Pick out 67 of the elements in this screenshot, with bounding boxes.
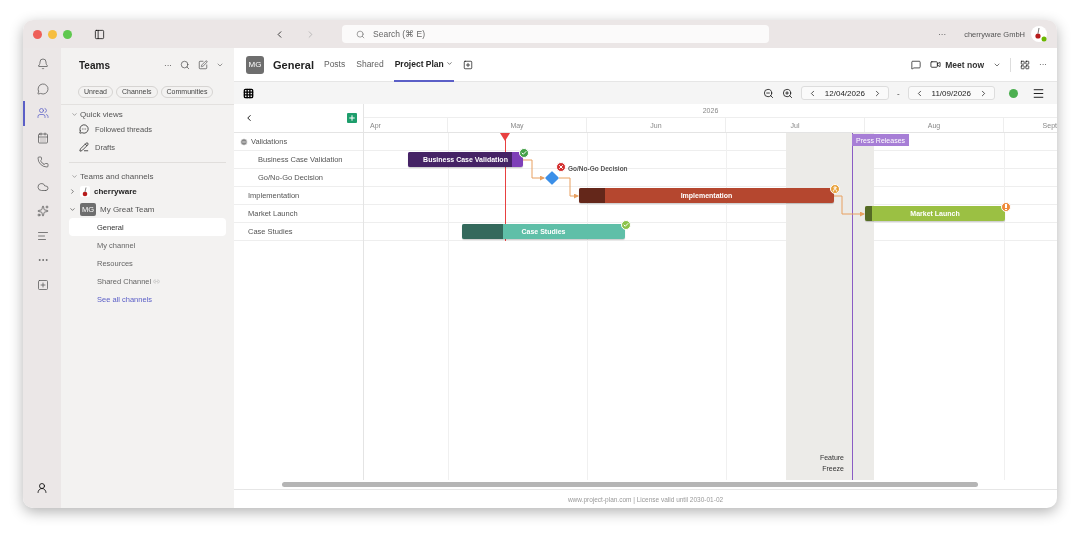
- search-icon: [356, 29, 366, 39]
- chat-icon[interactable]: [911, 59, 922, 70]
- list-icon: [37, 229, 49, 242]
- start-date-picker[interactable]: 12/04/2026: [800, 86, 889, 100]
- zoom-out-icon[interactable]: [762, 87, 774, 99]
- check-icon: [621, 220, 631, 230]
- video-icon[interactable]: [930, 59, 942, 70]
- more-button[interactable]: ···: [1039, 60, 1047, 69]
- person-icon: [830, 184, 840, 194]
- zoom-button[interactable]: [63, 29, 72, 39]
- search-icon[interactable]: [180, 60, 190, 70]
- compose-icon[interactable]: [198, 60, 208, 70]
- tab[interactable]: Posts: [322, 47, 347, 82]
- avatar-icon[interactable]: [1031, 26, 1047, 42]
- chevron-icon[interactable]: [69, 205, 76, 213]
- connector-arrow: [522, 159, 545, 181]
- more-button[interactable]: ···: [164, 60, 172, 70]
- sparkle-icon: [37, 205, 49, 218]
- warning-icon: [1001, 202, 1011, 212]
- chevron-icon[interactable]: [71, 172, 78, 180]
- connector-arrow: [833, 195, 865, 217]
- pencil-icon: [79, 142, 89, 152]
- today-marker: [500, 133, 510, 141]
- date-separator: -: [896, 88, 900, 98]
- close-button[interactable]: [33, 29, 42, 39]
- chat-icon: [37, 82, 49, 95]
- scrollbar-thumb[interactable]: [282, 482, 978, 487]
- connector-arrow: [558, 177, 579, 199]
- apps-icon[interactable]: [1020, 59, 1030, 70]
- add-task-button[interactable]: [347, 113, 357, 123]
- collapse-icon[interactable]: [244, 113, 254, 123]
- cloud-icon: [37, 180, 49, 193]
- end-date-picker[interactable]: 11/09/2026: [907, 86, 995, 100]
- collapse-group-icon[interactable]: [240, 137, 248, 146]
- calendar-icon: [37, 131, 49, 144]
- chevron-icon[interactable]: [69, 187, 76, 195]
- next-icon[interactable]: [979, 88, 988, 98]
- tab[interactable]: Shared: [355, 47, 385, 82]
- zoom-in-icon[interactable]: [781, 87, 793, 99]
- chevron-down-icon[interactable]: [445, 60, 453, 67]
- add-tab-icon[interactable]: [462, 59, 473, 70]
- search-field[interactable]: Search (⌘ E): [342, 25, 770, 43]
- person-settings-icon[interactable]: [36, 482, 48, 494]
- channel-title: General: [273, 58, 314, 71]
- team-name[interactable]: cherryware: [94, 186, 137, 196]
- team-avatar: MG: [246, 55, 264, 74]
- chevron-icon[interactable]: [71, 110, 78, 118]
- check-icon: [519, 148, 529, 158]
- status-dot: [1009, 88, 1018, 98]
- more-button[interactable]: ···: [938, 29, 947, 39]
- sidebar-title: Teams: [79, 59, 110, 71]
- add-app-icon: [37, 278, 49, 291]
- teams-icon: [37, 107, 49, 120]
- shared-icon: [153, 277, 161, 285]
- chevron-down-icon[interactable]: [216, 61, 224, 69]
- meet-now-button[interactable]: Meet now: [945, 59, 984, 70]
- phone-icon: [37, 156, 49, 169]
- section-title[interactable]: Quick views: [80, 109, 123, 119]
- section-title[interactable]: Teams and channels: [80, 171, 154, 181]
- sidebar-toggle-icon[interactable]: [94, 28, 105, 40]
- menu-icon[interactable]: [1032, 86, 1045, 100]
- blocked-icon: [556, 162, 566, 172]
- cherry-logo: [80, 185, 90, 197]
- grid-icon[interactable]: [243, 87, 254, 99]
- team-name[interactable]: My Great Team: [100, 204, 155, 214]
- threads-icon: [79, 124, 89, 134]
- bell-icon: [37, 58, 49, 71]
